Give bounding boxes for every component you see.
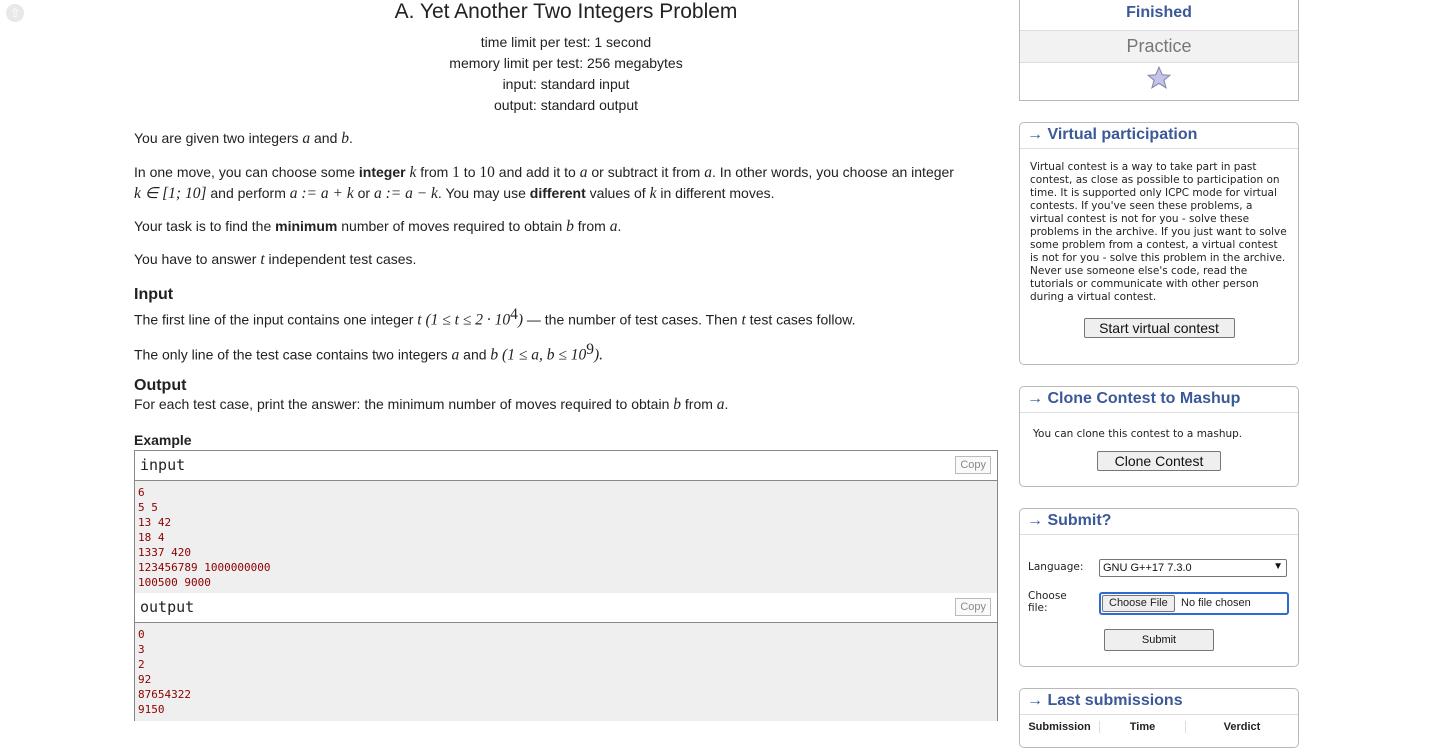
output-section-title: Output (134, 377, 187, 394)
language-label: Language: (1028, 561, 1084, 573)
output-file: output: standard output (494, 97, 638, 113)
example-output-content: 0 3 2 92 87654322 9150 (135, 623, 997, 721)
virtual-participation-title: Virtual participation (1047, 126, 1198, 143)
example-input-line: 123456789 1000000000 (138, 561, 271, 574)
example-input-line: 1337 420 (138, 546, 191, 559)
example-output: output Copy 0 3 2 92 87654322 9150 (134, 593, 998, 721)
output-paragraph: For each test case, print the answer: th… (134, 396, 729, 413)
example-output-line: 92 (138, 673, 152, 686)
example-input-line: 5 5 (138, 501, 158, 514)
last-submissions-header: → Last submissions (1020, 689, 1298, 715)
example-input-line: 18 4 (138, 531, 165, 544)
choose-file-label: Choose file: (1028, 590, 1067, 614)
clone-contest-title: Clone Contest to Mashup (1047, 390, 1241, 407)
contest-status: Finished (1020, 0, 1298, 31)
submit-header: → Submit? (1020, 509, 1298, 535)
last-submissions-table-header: Submission Time Verdict (1020, 715, 1298, 733)
last-submissions-box: → Last submissions Submission Time Verdi… (1019, 688, 1299, 748)
statement-paragraph-3: Your task is to find the minimum number … (134, 218, 622, 235)
chevron-down-icon: ▼ (1273, 561, 1283, 572)
example-input-content: 6 5 5 13 42 18 4 1337 420 123456789 100000000… (135, 481, 997, 594)
virtual-participation-box: → Virtual participation Virtual contest … (1019, 122, 1299, 365)
star-icon[interactable] (1146, 65, 1172, 91)
clone-contest-button[interactable]: Clone Contest (1097, 451, 1221, 471)
memory-limit: memory limit per test: 256 megabytes (449, 55, 683, 71)
example-input: input Copy 6 5 5 13 42 18 4 1337 420 12345678… (134, 450, 998, 594)
column-time: Time (1100, 721, 1186, 733)
practice-label[interactable]: Practice (1126, 36, 1191, 56)
example-input-line: 6 (138, 486, 145, 499)
virtual-participation-header: → Virtual participation (1020, 123, 1298, 149)
submit-button[interactable]: Submit (1104, 629, 1214, 651)
arrow-right-icon: → (1027, 390, 1043, 407)
file-input[interactable]: Choose File No file chosen (1099, 592, 1289, 615)
start-virtual-contest-button[interactable]: Start virtual contest (1083, 318, 1235, 338)
last-submissions-title: Last submissions (1047, 692, 1183, 709)
arrow-right-icon: → (1027, 126, 1043, 143)
problem-limits: time limit per test: 1 second memory lim… (134, 32, 998, 116)
example-input-header: input Copy (135, 451, 997, 481)
statement-paragraph-4: You have to answer t independent test ca… (134, 251, 417, 268)
example-output-line: 87654322 (138, 688, 191, 701)
example-input-line: 13 42 (138, 516, 172, 529)
example-input-line: 100500 9000 (138, 576, 211, 589)
column-submission: Submission (1020, 721, 1100, 733)
example-output-header: output Copy (135, 593, 997, 623)
arrow-right-icon: → (1027, 512, 1043, 529)
example-output-line: 9150 (138, 703, 165, 716)
copy-output-button[interactable]: Copy (955, 598, 991, 616)
example-output-label: output (140, 598, 195, 616)
example-input-label: input (140, 456, 186, 474)
example-output-line: 2 (138, 658, 145, 671)
copy-input-button[interactable]: Copy (955, 456, 991, 474)
example-output-line: 3 (138, 643, 145, 656)
submit-title: Submit? (1047, 512, 1112, 529)
no-file-chosen-text: No file chosen (1181, 597, 1251, 609)
status-finished[interactable]: Finished (1126, 4, 1192, 21)
statement-paragraph-1: You are given two integers a and b. (134, 130, 353, 147)
clone-contest-box: → Clone Contest to Mashup You can clone … (1019, 386, 1299, 487)
example-title: Example (134, 432, 192, 448)
clone-contest-header: → Clone Contest to Mashup (1020, 387, 1298, 413)
column-verdict: Verdict (1223, 721, 1261, 733)
submit-box: → Submit? Language: GNU G++17 7.3.0 ▼ Ch… (1019, 508, 1299, 667)
language-select[interactable]: GNU G++17 7.3.0 ▼ (1099, 559, 1287, 577)
language-select-value: GNU G++17 7.3.0 (1103, 562, 1192, 574)
input-section-title: Input (134, 286, 174, 303)
contest-status-box: Finished Practice (1019, 0, 1299, 101)
time-limit: time limit per test: 1 second (480, 34, 652, 50)
input-paragraph-2: The only line of the test case contains … (134, 341, 604, 364)
virtual-participation-text: Virtual contest is a way to take part in… (1030, 161, 1287, 303)
example-output-line: 0 (138, 628, 145, 641)
problem-title: A. Yet Another Two Integers Problem (394, 0, 738, 23)
input-paragraph-1: The first line of the input contains one… (134, 306, 856, 329)
choose-file-button[interactable]: Choose File (1102, 595, 1175, 612)
scroll-up-icon[interactable]: ⇧ (6, 4, 24, 22)
arrow-right-icon: → (1027, 692, 1043, 709)
practice-row: Practice (1020, 31, 1298, 63)
favourite-row (1020, 63, 1298, 93)
input-file: input: standard input (502, 76, 630, 92)
clone-contest-text: You can clone this contest to a mashup. (1033, 428, 1243, 440)
statement-paragraph-2: In one move, you can choose some integer… (134, 164, 954, 202)
